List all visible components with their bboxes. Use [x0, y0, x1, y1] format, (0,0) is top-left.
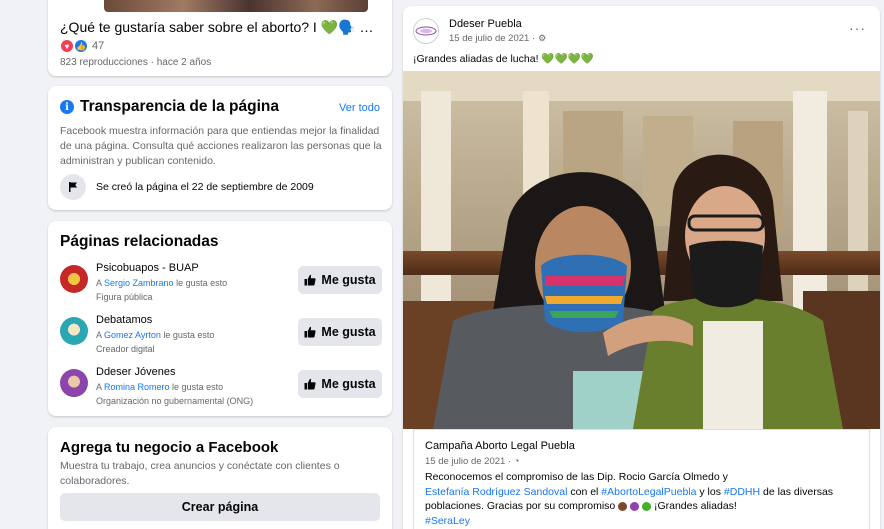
video-card[interactable]: ¿Qué te gustaría saber sobre el aborto? … [48, 0, 392, 76]
related-pages-title: Páginas relacionadas [60, 233, 219, 250]
friend-likes-text: A Gomez Ayrton le gusta esto [96, 330, 215, 340]
shared-page-name[interactable]: Campaña Aborto Legal Puebla [425, 440, 575, 452]
post-caption: ¡Grandes aliadas de lucha! 💚💚💚💚 [413, 53, 594, 65]
post-page-name[interactable]: Ddeser Puebla [449, 18, 522, 30]
thumbs-up-icon [304, 274, 316, 286]
hashtag-link[interactable]: #SeraLey [425, 514, 865, 529]
friend-likes-text: A Sergio Zambrano le gusta esto [96, 278, 228, 288]
like-reaction-icon: 👍 [74, 39, 88, 53]
video-title[interactable]: ¿Qué te gustaría saber sobre el aborto? … [60, 19, 382, 36]
add-business-card: Agrega tu negocio a Facebook Muestra tu … [48, 427, 392, 529]
related-page-item[interactable]: Psicobuapos - BUAP A Sergio Zambrano le … [60, 261, 382, 309]
add-business-description: Muestra tu trabajo, crea anuncios y coné… [60, 460, 340, 487]
brown-heart-icon [618, 501, 628, 511]
more-options-button[interactable]: ··· [849, 20, 866, 36]
transparency-description: Facebook muestra información para que en… [60, 125, 382, 167]
public-globe-icon: ◔ [513, 456, 520, 467]
related-page-name[interactable]: Ddeser Jóvenes [96, 366, 176, 378]
post-photo[interactable] [403, 71, 880, 429]
post-photo-image [403, 71, 880, 429]
thumbs-up-icon [304, 378, 316, 390]
love-reaction-icon: ♥ [60, 39, 74, 53]
hashtag-link[interactable]: #AbortoLegalPuebla [601, 486, 696, 498]
shared-post-text: Reconocemos el compromiso de las Dip. Ro… [425, 470, 865, 528]
page-transparency-card: i Transparencia de la página Ver todo Fa… [48, 86, 392, 210]
shared-timestamp[interactable]: 15 de julio de 2021 · ◔ [425, 456, 519, 467]
info-icon: i [60, 100, 74, 114]
page-created-row: Se creó la página el 22 de septiembre de… [60, 174, 314, 200]
related-page-name[interactable]: Debatamos [96, 314, 152, 326]
like-page-button[interactable]: Me gusta [298, 370, 382, 398]
page-created-text: Se creó la página el 22 de septiembre de… [96, 181, 314, 193]
reactions-summary[interactable]: ♥ 👍 47 [60, 39, 104, 53]
related-page-category: Organización no gubernamental (ONG) [96, 396, 254, 406]
related-page-item[interactable]: Ddeser Jóvenes A Romina Romero le gusta … [60, 365, 382, 413]
page-avatar[interactable] [413, 18, 439, 44]
friend-link[interactable]: Sergio Zambrano [104, 278, 174, 288]
related-page-item[interactable]: Debatamos A Gomez Ayrton le gusta esto C… [60, 313, 382, 361]
video-meta: 823 reproducciones · hace 2 años [60, 57, 212, 68]
avatar[interactable] [60, 265, 88, 293]
like-page-button[interactable]: Me gusta [298, 266, 382, 294]
flag-icon [60, 174, 86, 200]
video-thumbnail[interactable] [104, 0, 368, 12]
post-card: Ddeser Puebla 15 de julio de 2021 · ⚙ ··… [403, 6, 880, 529]
friend-link[interactable]: Gomez Ayrton [104, 330, 161, 340]
avatar[interactable] [60, 369, 88, 397]
related-pages-card: Páginas relacionadas Psicobuapos - BUAP … [48, 221, 392, 416]
related-page-name[interactable]: Psicobuapos - BUAP [96, 262, 199, 274]
related-page-category: Figura pública [96, 292, 153, 302]
green-heart-icon [642, 501, 652, 511]
create-page-button[interactable]: Crear página [60, 493, 380, 521]
see-all-link[interactable]: Ver todo [339, 102, 380, 114]
reaction-count: 47 [92, 40, 105, 52]
avatar[interactable] [60, 317, 88, 345]
add-business-title: Agrega tu negocio a Facebook [60, 439, 279, 456]
shared-post[interactable]: Campaña Aborto Legal Puebla 15 de julio … [413, 429, 870, 529]
mention-link[interactable]: Estefanía Rodríguez Sandoval [425, 486, 567, 498]
transparency-heading: i Transparencia de la página [60, 98, 279, 116]
transparency-title: Transparencia de la página [80, 98, 279, 115]
purple-heart-icon [630, 501, 640, 511]
thumbs-up-icon [304, 326, 316, 338]
ddeser-logo-icon [415, 26, 437, 36]
hashtag-link[interactable]: #DDHH [724, 486, 760, 498]
related-page-category: Creador digital [96, 344, 155, 354]
friend-link[interactable]: Romina Romero [104, 382, 170, 392]
like-page-button[interactable]: Me gusta [298, 318, 382, 346]
friend-likes-text: A Romina Romero le gusta esto [96, 382, 224, 392]
post-timestamp[interactable]: 15 de julio de 2021 · ⚙ [449, 33, 546, 44]
public-globe-icon: ⚙ [538, 33, 547, 43]
